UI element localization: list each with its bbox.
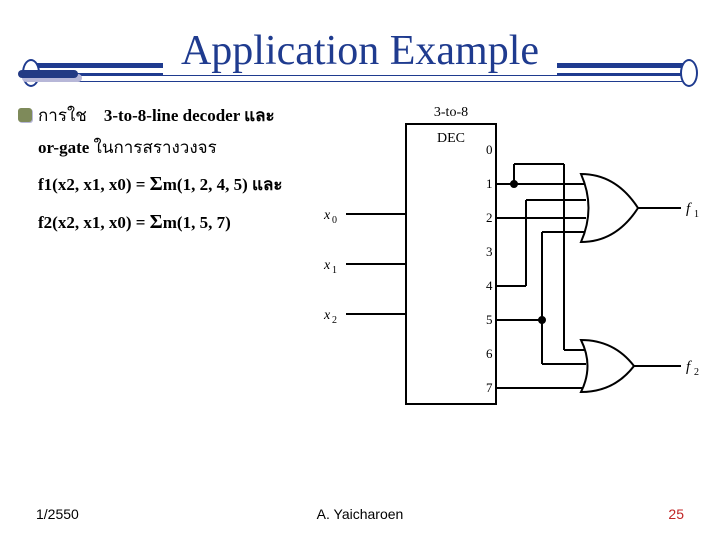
footer-right: 25 bbox=[668, 506, 684, 522]
text-line2b: ในการสรางวงจร bbox=[94, 138, 217, 157]
wires bbox=[496, 164, 586, 388]
svg-text:0: 0 bbox=[332, 215, 337, 226]
f1-lhs: f1(x2, x1, x0) = bbox=[38, 175, 150, 194]
svg-text:4: 4 bbox=[486, 278, 493, 293]
svg-text:1: 1 bbox=[332, 265, 337, 276]
text-line2a: or-gate bbox=[38, 138, 89, 157]
f1-rhs: m(1, 2, 4, 5) และ bbox=[163, 175, 283, 194]
slide-content: การใช 3-to-8-line decoder และ or-gate ใน… bbox=[20, 100, 700, 490]
input-x1: x bbox=[323, 258, 331, 273]
svg-text:3: 3 bbox=[486, 244, 493, 259]
svg-text:0: 0 bbox=[486, 142, 493, 157]
text-line1a: การใช bbox=[38, 106, 87, 125]
svg-text:2: 2 bbox=[694, 367, 699, 378]
title-accent-bar bbox=[18, 70, 78, 78]
f2-rhs: m(1, 5, 7) bbox=[163, 213, 231, 232]
decoder-block bbox=[406, 124, 496, 404]
input-x0: x bbox=[323, 208, 331, 223]
svg-text:6: 6 bbox=[486, 346, 493, 361]
footer-center: A. Yaicharoen bbox=[317, 506, 404, 522]
or-gate-f1: f1 bbox=[581, 174, 699, 242]
input-x2: x bbox=[323, 308, 331, 323]
footer-left: 1/2550 bbox=[36, 506, 79, 522]
slide-title: Application Example bbox=[163, 27, 557, 75]
decoder-diagram: 3-to-8 DEC x0 x1 x2 0 1 2 3 4 5 6 7 bbox=[286, 104, 706, 444]
title-area: Application Example bbox=[0, 0, 720, 90]
svg-text:1: 1 bbox=[486, 176, 493, 191]
decoder-label-bot: DEC bbox=[437, 131, 465, 146]
svg-text:1: 1 bbox=[694, 209, 699, 220]
svg-text:7: 7 bbox=[486, 380, 493, 395]
output-f2: f bbox=[686, 359, 692, 375]
text-line1b: 3-to-8-line decoder และ bbox=[104, 106, 275, 125]
decoder-label-top: 3-to-8 bbox=[434, 105, 468, 120]
description-text: การใช 3-to-8-line decoder และ or-gate ใน… bbox=[20, 100, 320, 241]
bullet-icon bbox=[18, 108, 32, 122]
f2-lhs: f2(x2, x1, x0) = bbox=[38, 213, 150, 232]
sigma-icon: Σ bbox=[150, 211, 163, 233]
or-gate-f2: f2 bbox=[581, 340, 699, 392]
output-f1: f bbox=[686, 201, 692, 217]
title-cap-right bbox=[680, 59, 698, 87]
svg-text:2: 2 bbox=[332, 315, 337, 326]
svg-text:2: 2 bbox=[486, 210, 493, 225]
slide-footer: 1/2550 A. Yaicharoen 25 bbox=[0, 506, 720, 530]
svg-text:5: 5 bbox=[486, 312, 493, 327]
sigma-icon: Σ bbox=[150, 173, 163, 195]
